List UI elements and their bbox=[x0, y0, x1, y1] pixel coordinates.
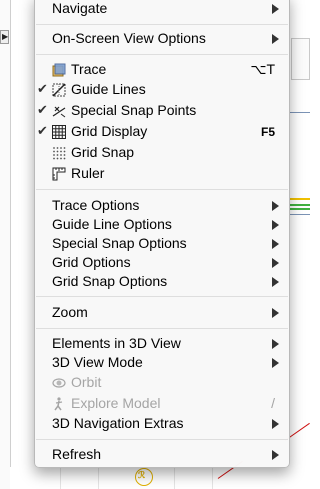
keyboard-shortcut: / bbox=[271, 395, 275, 411]
background-canvas bbox=[10, 467, 310, 489]
grid-display-icon bbox=[52, 125, 66, 139]
background-right-block bbox=[291, 38, 310, 80]
menu-item-elements-in-3d-view[interactable]: Elements in 3D View bbox=[35, 334, 289, 354]
background-left-panel bbox=[0, 0, 11, 489]
check-icon: ✔ bbox=[37, 102, 48, 117]
view-menu: Navigate On-Screen View Options Trace ⌥T… bbox=[34, 0, 290, 468]
menu-item-label: Grid Snap Options bbox=[52, 273, 168, 289]
special-snap-points-icon bbox=[52, 104, 66, 118]
background-gridline bbox=[60, 467, 61, 489]
guide-lines-icon bbox=[52, 83, 66, 97]
menu-item-label: Navigate bbox=[52, 0, 108, 16]
submenu-arrow-icon bbox=[272, 4, 279, 14]
menu-item-grid-snap-options[interactable]: Grid Snap Options bbox=[35, 272, 289, 292]
background-target-label: ℛ bbox=[138, 470, 146, 480]
menu-item-label: Grid Display bbox=[71, 123, 148, 139]
menu-item-label: 3D Navigation Extras bbox=[52, 415, 184, 431]
menu-item-label: On-Screen View Options bbox=[52, 30, 206, 46]
menu-item-label: 3D View Mode bbox=[52, 354, 143, 370]
menu-item-label: Elements in 3D View bbox=[52, 335, 181, 351]
orbit-icon bbox=[52, 376, 66, 390]
grid-snap-icon bbox=[52, 146, 66, 160]
menu-item-special-snap-options[interactable]: Special Snap Options bbox=[35, 234, 289, 254]
menu-item-label: Trace bbox=[71, 61, 107, 77]
submenu-arrow-icon bbox=[272, 34, 279, 44]
menu-separator bbox=[36, 54, 288, 55]
menu-item-explore-model[interactable]: Explore Model / bbox=[35, 394, 289, 414]
menu-item-label: Orbit bbox=[71, 374, 102, 390]
submenu-arrow-icon bbox=[272, 258, 279, 268]
menu-item-label: Ruler bbox=[71, 165, 105, 181]
trace-icon bbox=[52, 63, 66, 77]
background-gridline bbox=[98, 467, 99, 489]
background-green-line-2 bbox=[290, 208, 310, 210]
submenu-arrow-icon bbox=[272, 308, 279, 318]
menu-item-grid-display[interactable]: ✔ Grid Display F5 bbox=[35, 122, 289, 142]
background-arrow-icon: ▶ bbox=[2, 32, 9, 41]
menu-item-label: Trace Options bbox=[52, 197, 140, 213]
submenu-arrow-icon bbox=[272, 239, 279, 249]
menu-item-grid-snap[interactable]: Grid Snap bbox=[35, 143, 289, 163]
submenu-arrow-icon bbox=[272, 419, 279, 429]
background-blue-line bbox=[290, 112, 310, 113]
menu-item-navigate[interactable]: Navigate bbox=[35, 0, 289, 19]
background-blue-line-2 bbox=[290, 214, 310, 215]
check-icon: ✔ bbox=[37, 81, 48, 96]
menu-item-label: Special Snap Points bbox=[71, 102, 197, 118]
menu-item-trace-options[interactable]: Trace Options bbox=[35, 196, 289, 216]
menu-item-guide-line-options[interactable]: Guide Line Options bbox=[35, 215, 289, 235]
keyboard-shortcut: F5 bbox=[260, 125, 275, 139]
submenu-arrow-icon bbox=[272, 450, 279, 460]
submenu-arrow-icon bbox=[272, 358, 279, 368]
menu-item-label: Explore Model bbox=[71, 395, 161, 411]
menu-item-zoom[interactable]: Zoom bbox=[35, 303, 289, 323]
submenu-arrow-icon bbox=[272, 339, 279, 349]
menu-item-orbit[interactable]: Orbit bbox=[35, 373, 289, 393]
ruler-icon bbox=[52, 167, 66, 181]
keyboard-shortcut: ⌥T bbox=[250, 61, 275, 77]
menu-item-special-snap-points[interactable]: ✔ Special Snap Points bbox=[35, 101, 289, 121]
menu-item-label: Guide Line Options bbox=[52, 216, 172, 232]
menu-item-3d-navigation-extras[interactable]: 3D Navigation Extras bbox=[35, 414, 289, 434]
menu-item-label: Grid Options bbox=[52, 254, 131, 270]
menu-separator bbox=[36, 328, 288, 329]
menu-item-guide-lines[interactable]: ✔ Guide Lines bbox=[35, 80, 289, 100]
submenu-arrow-icon bbox=[272, 220, 279, 230]
menu-separator bbox=[36, 439, 288, 440]
check-icon: ✔ bbox=[37, 123, 48, 138]
explore-model-icon bbox=[52, 397, 66, 411]
menu-item-label: Grid Snap bbox=[71, 144, 135, 160]
menu-item-label: Refresh bbox=[52, 446, 102, 462]
menu-item-label: Guide Lines bbox=[71, 81, 146, 97]
menu-separator bbox=[36, 296, 288, 297]
submenu-arrow-icon bbox=[272, 277, 279, 287]
menu-item-onscreen-view-options[interactable]: On-Screen View Options bbox=[35, 29, 289, 49]
submenu-arrow-icon bbox=[272, 201, 279, 211]
background-gridline bbox=[174, 467, 175, 489]
menu-item-grid-options[interactable]: Grid Options bbox=[35, 253, 289, 273]
background-green-line bbox=[290, 204, 310, 206]
background-gridline bbox=[212, 467, 213, 489]
menu-item-trace[interactable]: Trace ⌥T bbox=[35, 60, 289, 80]
menu-item-refresh[interactable]: Refresh bbox=[35, 445, 289, 465]
menu-separator bbox=[36, 189, 288, 190]
menu-item-label: Special Snap Options bbox=[52, 235, 187, 251]
menu-separator bbox=[36, 24, 288, 25]
menu-item-label: Zoom bbox=[52, 304, 88, 320]
background-yellow-line bbox=[290, 198, 310, 200]
menu-item-3d-view-mode[interactable]: 3D View Mode bbox=[35, 353, 289, 373]
menu-item-ruler[interactable]: Ruler bbox=[35, 164, 289, 184]
